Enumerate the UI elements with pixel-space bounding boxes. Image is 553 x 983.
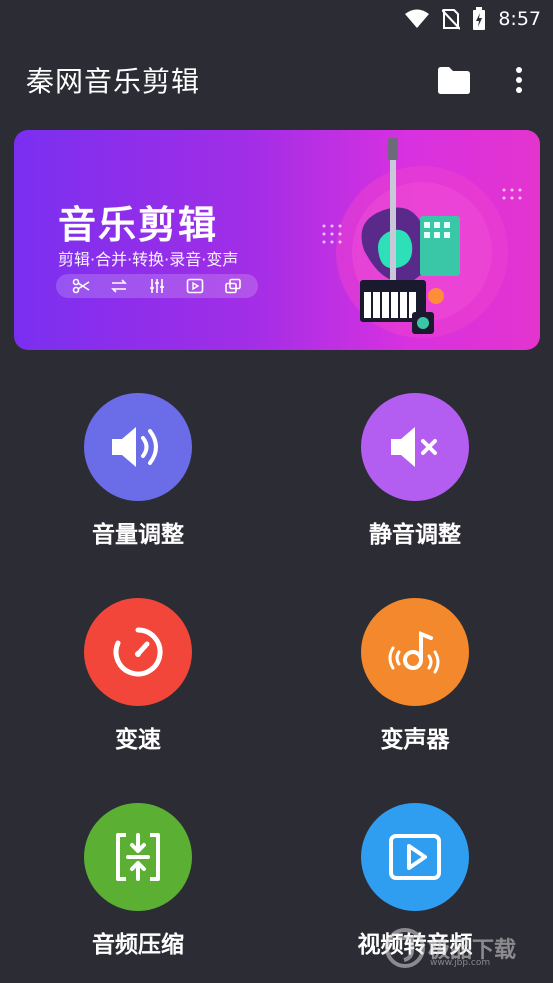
guitar-illustration [322,138,522,338]
audio-compress-label: 音频压缩 [92,932,184,958]
volume-adjust-tile[interactable]: 音量调整 [38,393,238,573]
wifi-icon [405,9,430,28]
video-to-audio-circle [361,803,469,911]
watermark-logo-icon [385,928,425,968]
more-options-button[interactable] [508,64,530,96]
speed-change-label: 变速 [115,727,161,753]
compress-icon [116,833,160,881]
folder-button[interactable] [436,64,472,96]
equalizer-icon [150,279,164,293]
volume-adjust-circle [84,393,192,501]
status-bar: 8:57 [0,0,553,38]
banner-subtitle: 剪辑·合并·转换·录音·变声 [58,250,239,269]
banner-title: 音乐剪辑 [58,203,219,247]
speed-change-circle [84,598,192,706]
banner-toolbar [56,274,258,298]
no-sim-icon [442,9,461,30]
copy-icon [225,278,241,294]
volume-mute-icon [391,427,437,467]
mute-adjust-label: 静音调整 [369,522,461,548]
more-vert-icon [516,67,522,93]
app-title: 秦网音乐剪辑 [26,65,201,98]
volume-adjust-label: 音量调整 [92,522,184,548]
audio-compress-tile[interactable]: 音频压缩 [38,803,238,983]
swap-icon [111,279,127,293]
voice-changer-label: 变声器 [380,727,450,753]
status-time: 8:57 [498,8,541,30]
app-bar: 秦网音乐剪辑 [0,38,553,122]
scissors-icon [72,278,90,294]
play-box-icon [186,278,204,294]
audio-compress-circle [84,803,192,911]
speedometer-icon [113,627,163,677]
speed-change-tile[interactable]: 变速 [38,598,238,778]
mute-adjust-tile[interactable]: 静音调整 [315,393,515,573]
mute-adjust-circle [361,393,469,501]
promo-banner[interactable]: 音乐剪辑 剪辑·合并·转换·录音·变声 [14,130,540,350]
watermark: 极品下载 www.jbp.com [384,920,549,976]
voice-changer-circle [361,598,469,706]
watermark-url: www.jbp.com [430,958,491,968]
video-to-audio-icon [389,834,441,880]
volume-up-icon [112,427,158,467]
voice-changer-tile[interactable]: 变声器 [315,598,515,778]
voice-changer-icon [388,631,440,674]
battery-charging-icon [473,7,486,30]
folder-icon [438,67,470,94]
